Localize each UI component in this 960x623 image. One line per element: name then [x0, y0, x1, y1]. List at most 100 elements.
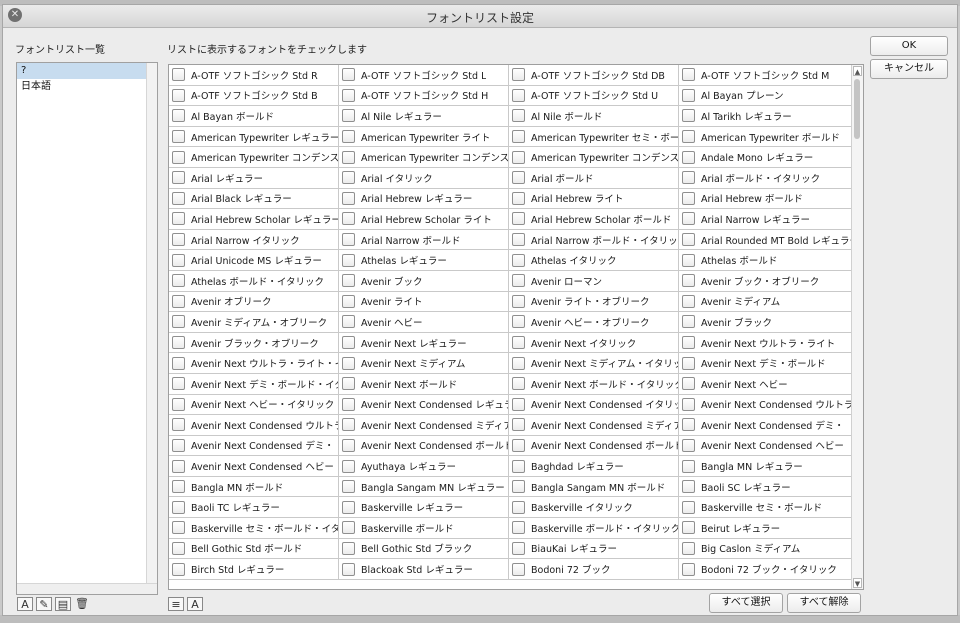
font-checkbox[interactable] — [342, 438, 355, 452]
sidebar-horizontal-scrollbar[interactable] — [17, 583, 157, 594]
font-checkbox-row[interactable]: Avenir Next Condensed レギュラー — [339, 394, 509, 416]
font-checkbox[interactable] — [172, 521, 185, 535]
font-checkbox[interactable] — [512, 480, 525, 494]
scroll-down-arrow-icon[interactable]: ▼ — [853, 578, 862, 588]
font-checkbox[interactable] — [682, 377, 695, 391]
font-checkbox-row[interactable]: Athelas ボールド — [679, 250, 854, 271]
font-checkbox[interactable] — [512, 68, 525, 82]
font-checkbox[interactable] — [172, 191, 185, 205]
font-checkbox[interactable] — [342, 521, 355, 535]
font-checkbox-row[interactable]: Arial Narrow ボールド・イタリック — [509, 229, 679, 251]
font-checkbox[interactable] — [342, 109, 355, 123]
font-checkbox[interactable] — [682, 130, 695, 144]
font-checkbox-row[interactable]: Al Bayan プレーン — [679, 85, 854, 107]
font-checkbox[interactable] — [682, 68, 695, 82]
font-checkbox[interactable] — [682, 562, 695, 576]
font-checkbox-row[interactable]: Avenir ミディアム・オブリーク — [169, 312, 339, 333]
font-checkbox[interactable] — [682, 109, 695, 123]
font-checkbox[interactable] — [512, 191, 525, 205]
font-checkbox[interactable] — [512, 130, 525, 144]
font-checkbox[interactable] — [512, 562, 525, 576]
font-checkbox-row[interactable]: American Typewriter コンデンス — [509, 147, 679, 168]
font-checkbox[interactable] — [512, 521, 525, 535]
font-checkbox[interactable] — [682, 336, 695, 350]
font-checkbox-row[interactable]: Avenir ヘビー・オブリーク — [509, 312, 679, 333]
scroll-thumb[interactable] — [854, 79, 860, 139]
font-checkbox[interactable] — [512, 109, 525, 123]
font-checkbox[interactable] — [342, 459, 355, 473]
font-checkbox[interactable] — [682, 315, 695, 329]
sidebar-scrollbar[interactable] — [146, 63, 157, 594]
duplicate-font-list-icon[interactable]: ▤ — [55, 597, 71, 611]
font-checkbox-row[interactable]: Arial Narrow ボールド — [339, 229, 509, 251]
font-checkbox[interactable] — [342, 171, 355, 185]
font-checkbox[interactable] — [342, 274, 355, 288]
font-checkbox[interactable] — [512, 377, 525, 391]
font-checkbox[interactable] — [342, 253, 355, 267]
font-checkbox-row[interactable]: Athelas レギュラー — [339, 250, 509, 271]
font-checkbox[interactable] — [342, 356, 355, 370]
font-checkbox[interactable] — [682, 356, 695, 370]
font-checkbox-row[interactable]: Arial Hebrew Scholar レギュラー — [169, 209, 339, 230]
font-checkbox-row[interactable]: Avenir Next ウルトラ・ライト・イタリック — [169, 353, 339, 374]
font-checkbox[interactable] — [342, 191, 355, 205]
trash-icon[interactable]: 🗑 — [74, 597, 90, 611]
font-checkbox-row[interactable]: Arial Hebrew Scholar ライト — [339, 209, 509, 230]
font-checkbox[interactable] — [682, 233, 695, 247]
font-checkbox[interactable] — [172, 377, 185, 391]
font-checkbox-row[interactable]: Avenir Next Condensed デミ・ — [679, 415, 854, 436]
select-all-button[interactable]: すべて選択 — [709, 593, 783, 613]
font-checkbox[interactable] — [172, 109, 185, 123]
font-checkbox-row[interactable]: Arial Hebrew ライト — [509, 188, 679, 210]
font-checkbox[interactable] — [342, 541, 355, 555]
font-checkbox-row[interactable]: Avenir Next デミ・ボールド — [679, 353, 854, 374]
font-checkbox-row[interactable]: Bell Gothic Std ブラック — [339, 538, 509, 560]
font-checkbox-row[interactable]: Bodoni 72 ブック・イタリック — [679, 559, 854, 580]
font-checkbox-row[interactable]: Arial Hebrew Scholar ボールド — [509, 209, 679, 230]
font-checkbox[interactable] — [682, 521, 695, 535]
font-checkbox-row[interactable]: Avenir Next ボールド・イタリック — [509, 373, 679, 395]
font-checkbox[interactable] — [512, 274, 525, 288]
scroll-up-arrow-icon[interactable]: ▲ — [853, 66, 862, 76]
font-checkbox[interactable] — [512, 212, 525, 226]
font-checkbox-row[interactable]: Athelas イタリック — [509, 250, 679, 271]
font-checkbox-row[interactable]: Baskerville セミ・ボールド — [679, 497, 854, 519]
font-checkbox[interactable] — [682, 500, 695, 514]
font-checkbox-row[interactable]: A-OTF ソフトゴシック Std DB — [509, 65, 679, 86]
font-checkbox[interactable] — [172, 274, 185, 288]
font-checkbox-row[interactable]: Baskerville イタリック — [509, 497, 679, 519]
font-checkbox[interactable] — [682, 88, 695, 102]
font-checkbox-row[interactable]: Baskerville セミ・ボールド・イタリック — [169, 518, 339, 539]
font-checkbox[interactable] — [172, 233, 185, 247]
font-checkbox[interactable] — [172, 315, 185, 329]
font-checkbox-row[interactable]: Avenir Next Condensed ミディアム — [339, 415, 509, 436]
font-checkbox-row[interactable]: Baskerville ボールド・イタリック — [509, 518, 679, 539]
font-checkbox[interactable] — [512, 459, 525, 473]
font-checkbox-row[interactable]: Avenir ライト — [339, 291, 509, 313]
font-checkbox-row[interactable]: American Typewriter レギュラー — [169, 126, 339, 148]
font-checkbox[interactable] — [512, 336, 525, 350]
font-checkbox[interactable] — [682, 191, 695, 205]
font-checkbox-row[interactable]: Avenir Next Condensed ボールド — [339, 435, 509, 457]
font-checkbox[interactable] — [682, 418, 695, 432]
font-checkbox-row[interactable]: Avenir ブラック — [679, 312, 854, 333]
font-checkbox[interactable] — [342, 88, 355, 102]
font-checkbox-row[interactable]: A-OTF ソフトゴシック Std B — [169, 85, 339, 107]
font-checkbox[interactable] — [342, 150, 355, 164]
font-checkbox[interactable] — [512, 438, 525, 452]
font-checkbox-row[interactable]: Avenir Next イタリック — [509, 332, 679, 354]
font-checkbox-row[interactable]: A-OTF ソフトゴシック Std L — [339, 65, 509, 86]
font-checkbox[interactable] — [342, 500, 355, 514]
font-checkbox-row[interactable]: Andale Mono レギュラー — [679, 147, 854, 168]
font-checkbox-row[interactable]: Avenir Next Condensed ウルトラ — [169, 415, 339, 436]
font-checkbox[interactable] — [682, 171, 695, 185]
font-checkbox-row[interactable]: American Typewriter ライト — [339, 126, 509, 148]
font-checkbox[interactable] — [342, 130, 355, 144]
font-checkbox-row[interactable]: Bodoni 72 ブック — [509, 559, 679, 580]
font-checkbox[interactable] — [342, 397, 355, 411]
font-checkbox-row[interactable]: A-OTF ソフトゴシック Std H — [339, 85, 509, 107]
font-checkbox-row[interactable]: Bangla MN レギュラー — [679, 456, 854, 477]
font-checkbox-row[interactable]: A-OTF ソフトゴシック Std M — [679, 65, 854, 86]
font-checkbox[interactable] — [172, 294, 185, 308]
font-checkbox-row[interactable]: Arial レギュラー — [169, 167, 339, 189]
